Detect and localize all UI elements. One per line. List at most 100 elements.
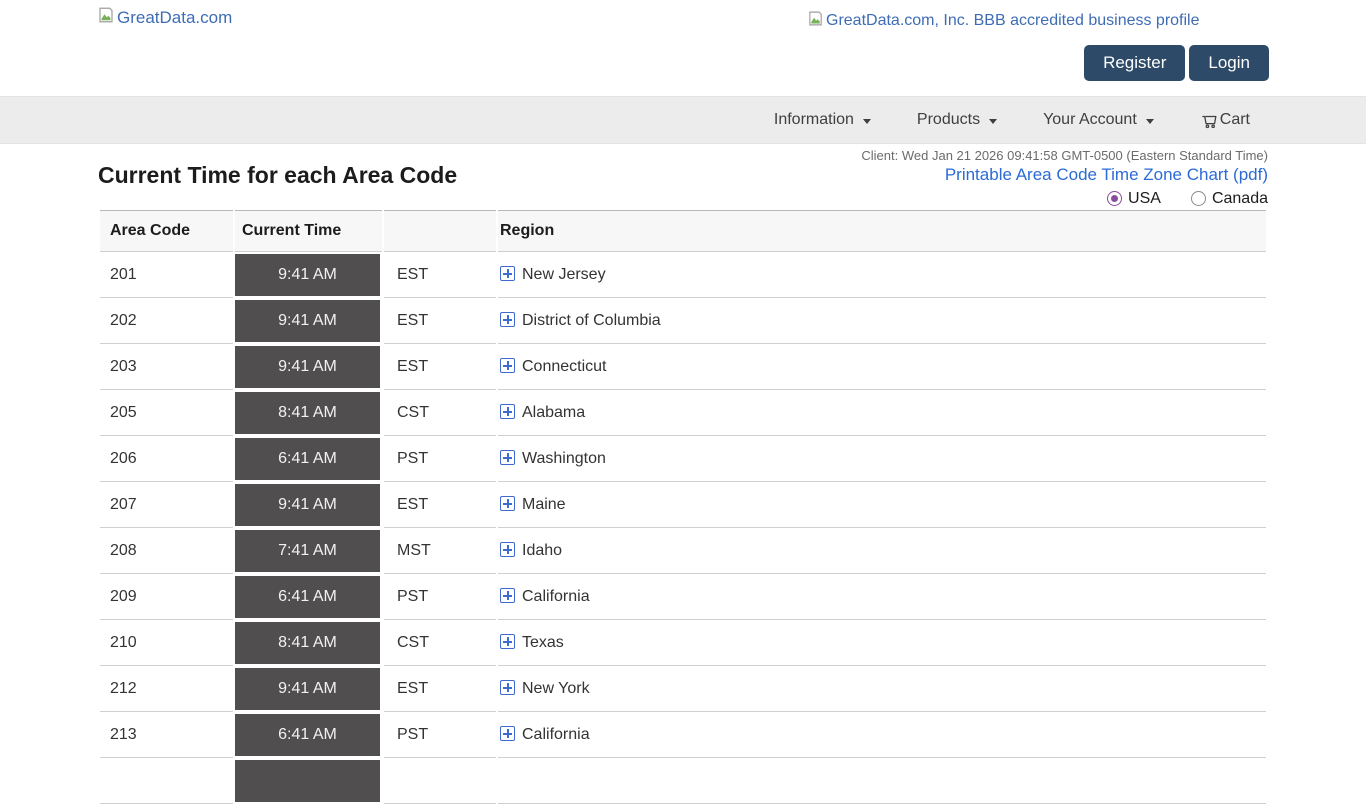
- area-code-cell: 205: [100, 390, 233, 436]
- table-header-row: Area Code Current Time Region: [100, 210, 1266, 252]
- broken-image-icon: [807, 10, 824, 32]
- table-row: 202 9:41 AM EST District of Columbia: [100, 298, 1266, 344]
- chevron-down-icon: [989, 119, 997, 124]
- time-box: [235, 760, 380, 802]
- time-box: 9:41 AM: [235, 668, 380, 710]
- bbb-alt-text: GreatData.com, Inc. BBB accredited busin…: [826, 12, 1200, 30]
- nav-item-products[interactable]: Products: [917, 111, 997, 129]
- region-expand-icon[interactable]: [500, 588, 515, 603]
- top-header: GreatData.com GreatData.com, Inc. BBB ac…: [0, 0, 1366, 96]
- table-row: 205 8:41 AM CST Alabama: [100, 390, 1266, 436]
- canada-radio-label: Canada: [1212, 190, 1268, 208]
- timezone-cell: CST: [384, 620, 496, 666]
- time-box: 9:41 AM: [235, 254, 380, 296]
- main-nav: Information Products Your Account Cart: [0, 96, 1366, 144]
- register-button[interactable]: Register: [1084, 45, 1185, 81]
- table-row: 203 9:41 AM EST Connecticut: [100, 344, 1266, 390]
- area-code-cell: 212: [100, 666, 233, 712]
- timezone-cell: CST: [384, 390, 496, 436]
- usa-radio-label: USA: [1128, 190, 1161, 208]
- site-logo-alt-text: GreatData.com: [117, 8, 232, 28]
- bbb-accreditation-link[interactable]: GreatData.com, Inc. BBB accredited busin…: [807, 10, 1200, 32]
- chevron-down-icon: [863, 119, 871, 124]
- table-row: 213 6:41 AM PST California: [100, 712, 1266, 758]
- area-code-cell: 201: [100, 252, 233, 298]
- time-box: 8:41 AM: [235, 392, 380, 434]
- region-label: New Jersey: [522, 266, 606, 283]
- time-box: 6:41 AM: [235, 714, 380, 756]
- country-selector: USA Canada: [861, 189, 1268, 208]
- region-label: Idaho: [522, 542, 562, 559]
- nav-products-label: Products: [917, 111, 980, 129]
- time-box: 6:41 AM: [235, 576, 380, 618]
- nav-item-your-account[interactable]: Your Account: [1043, 111, 1154, 129]
- nav-information-label: Information: [774, 111, 854, 129]
- timezone-cell: PST: [384, 436, 496, 482]
- header-current-time: Current Time: [235, 210, 382, 252]
- area-code-cell: 203: [100, 344, 233, 390]
- table-row: 210 8:41 AM CST Texas: [100, 620, 1266, 666]
- region-expand-icon[interactable]: [500, 266, 515, 281]
- timezone-cell: EST: [384, 482, 496, 528]
- region-label: Alabama: [522, 404, 585, 421]
- timezone-cell: EST: [384, 344, 496, 390]
- header-area-code: Area Code: [100, 210, 233, 252]
- chevron-down-icon: [1146, 119, 1154, 124]
- timezone-cell: [384, 758, 496, 804]
- region-expand-icon[interactable]: [500, 542, 515, 557]
- nav-item-information[interactable]: Information: [774, 111, 871, 129]
- page-title: Current Time for each Area Code: [98, 162, 457, 208]
- site-logo-link[interactable]: GreatData.com: [97, 6, 232, 29]
- time-box: 8:41 AM: [235, 622, 380, 664]
- table-row: 208 7:41 AM MST Idaho: [100, 528, 1266, 574]
- area-code-table: Area Code Current Time Region 201 9:41 A…: [98, 210, 1268, 804]
- region-expand-icon[interactable]: [500, 726, 515, 741]
- region-label: California: [522, 726, 590, 743]
- area-code-cell: 206: [100, 436, 233, 482]
- table-row: 201 9:41 AM EST New Jersey: [100, 252, 1266, 298]
- broken-image-icon: [97, 6, 115, 29]
- table-row: [100, 758, 1266, 804]
- header-region: Region: [498, 210, 1266, 252]
- region-expand-icon[interactable]: [500, 358, 515, 373]
- table-row: 209 6:41 AM PST California: [100, 574, 1266, 620]
- region-expand-icon[interactable]: [500, 634, 515, 649]
- auth-buttons: Register Login: [1084, 45, 1269, 81]
- area-code-cell: 207: [100, 482, 233, 528]
- region-label: Texas: [522, 634, 564, 651]
- area-code-cell: 210: [100, 620, 233, 666]
- region-expand-icon[interactable]: [500, 496, 515, 511]
- timezone-cell: PST: [384, 712, 496, 758]
- nav-item-cart[interactable]: Cart: [1200, 111, 1250, 130]
- region-label: District of Columbia: [522, 312, 661, 329]
- usa-radio[interactable]: [1107, 191, 1122, 206]
- client-time-text: Client: Wed Jan 21 2026 09:41:58 GMT-050…: [861, 148, 1268, 163]
- timezone-cell: EST: [384, 666, 496, 712]
- timezone-cell: EST: [384, 252, 496, 298]
- printable-chart-pdf-link[interactable]: Printable Area Code Time Zone Chart (pdf…: [861, 163, 1268, 186]
- main-content: Current Time for each Area Code Client: …: [98, 144, 1268, 804]
- table-row: 207 9:41 AM EST Maine: [100, 482, 1266, 528]
- region-label: California: [522, 588, 590, 605]
- area-code-cell: 208: [100, 528, 233, 574]
- region-expand-icon[interactable]: [500, 680, 515, 695]
- timezone-cell: EST: [384, 298, 496, 344]
- time-box: 6:41 AM: [235, 438, 380, 480]
- region-label: Maine: [522, 496, 566, 513]
- time-box: 9:41 AM: [235, 346, 380, 388]
- nav-cart-label: Cart: [1220, 111, 1250, 129]
- login-button[interactable]: Login: [1189, 45, 1269, 81]
- canada-radio[interactable]: [1191, 191, 1206, 206]
- header-timezone: [384, 210, 496, 252]
- region-expand-icon[interactable]: [500, 312, 515, 327]
- area-code-cell: 213: [100, 712, 233, 758]
- time-box: 9:41 AM: [235, 484, 380, 526]
- timezone-cell: MST: [384, 528, 496, 574]
- region-label: Washington: [522, 450, 606, 467]
- nav-account-label: Your Account: [1043, 111, 1137, 129]
- area-code-cell: 202: [100, 298, 233, 344]
- cart-icon: [1200, 111, 1219, 130]
- region-expand-icon[interactable]: [500, 450, 515, 465]
- timezone-cell: PST: [384, 574, 496, 620]
- region-expand-icon[interactable]: [500, 404, 515, 419]
